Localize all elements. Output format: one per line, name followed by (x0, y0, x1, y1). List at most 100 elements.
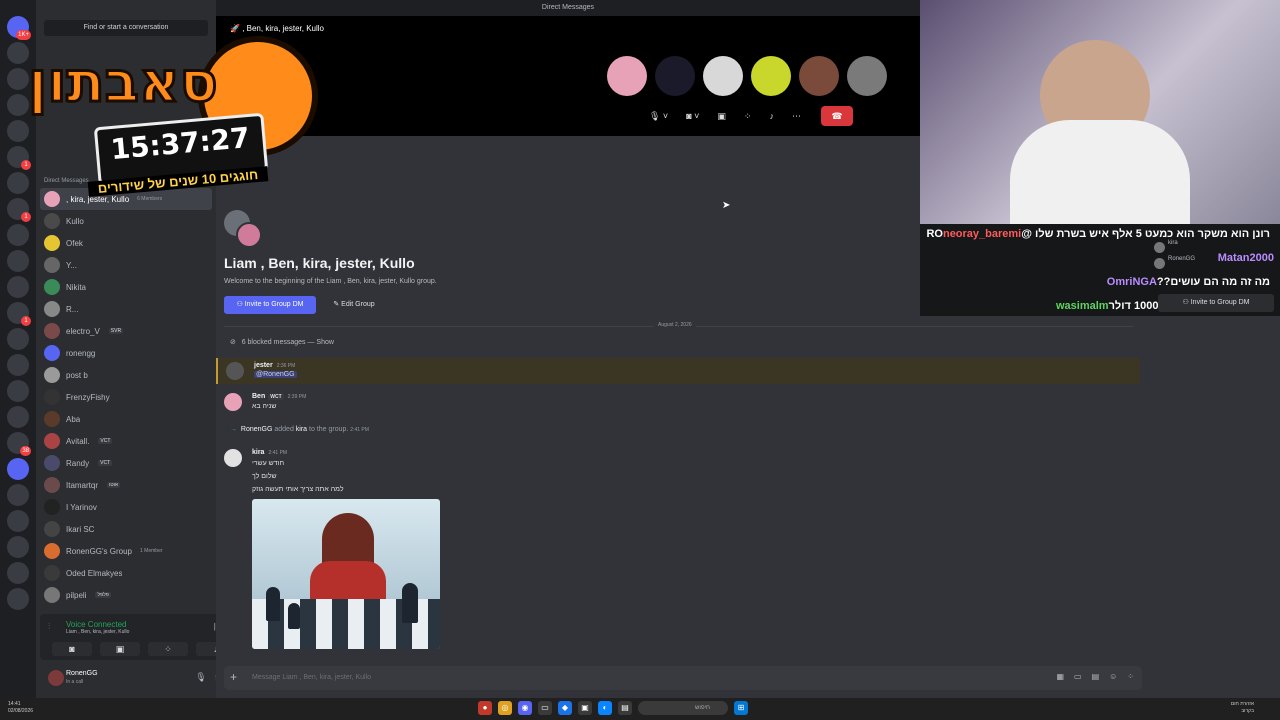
weather-widget[interactable]: אזהרת חום בקרוב (1231, 701, 1254, 715)
edge-icon[interactable]: ◐ (598, 701, 612, 715)
camera-button[interactable]: ◙ (52, 642, 92, 656)
dm-item[interactable]: FrenzyFishy (40, 386, 212, 408)
app-icon[interactable]: ▣ (578, 701, 592, 715)
avatar[interactable] (224, 393, 242, 411)
more-icon[interactable]: ⋯ (786, 106, 807, 126)
voice-channel-name[interactable]: Liam , Ben, kira, jester, Kullo (66, 629, 129, 635)
dm-item[interactable]: R... (40, 298, 212, 320)
screenshare-icon[interactable]: ▣ (711, 106, 732, 126)
blocked-messages-notice[interactable]: ⊘ 6 blocked messages — Show (230, 338, 334, 346)
emoji-icon[interactable]: ☺ (1109, 672, 1117, 681)
dm-item-label: Nikita (66, 282, 87, 292)
avatar (44, 213, 60, 229)
apps-icon[interactable]: ⁘ (1127, 672, 1134, 681)
app-icon[interactable]: ● (478, 701, 492, 715)
member-item[interactable]: RonenGG (1150, 256, 1280, 272)
call-participant-avatar[interactable] (799, 56, 839, 96)
mention[interactable]: @RonenGG (254, 371, 297, 378)
call-participant-avatar[interactable] (847, 56, 887, 96)
server-icon[interactable] (7, 510, 29, 532)
server-icon[interactable] (7, 224, 29, 246)
dm-item-label: Aba (66, 414, 81, 424)
dm-item[interactable]: pilpeli פלפל (40, 584, 212, 606)
server-icon[interactable] (7, 328, 29, 350)
sticker-icon[interactable]: ▤ (1092, 672, 1100, 681)
message-input[interactable]: Message Liam , Ben, kira, jester, Kullo (252, 674, 371, 681)
call-participant-avatar[interactable] (751, 56, 791, 96)
dm-item[interactable]: I Yarinov (40, 496, 212, 518)
soundboard-icon[interactable]: ♪ (763, 106, 780, 126)
server-icon[interactable] (7, 276, 29, 298)
discord-icon[interactable]: ◉ (518, 701, 532, 715)
dm-item[interactable]: ronengg (40, 342, 212, 364)
avatar[interactable] (226, 362, 244, 380)
dm-item[interactable]: Ikari SC (40, 518, 212, 540)
logo-text: סאבתון (27, 49, 220, 117)
screenshare-button[interactable]: ▣ (100, 642, 140, 656)
dm-item-label: Y... (66, 260, 77, 270)
microphone-icon[interactable]: 🎙 ˅ (643, 106, 674, 126)
gift-icon[interactable]: ▦ (1056, 672, 1064, 681)
dm-item[interactable]: Ofek (40, 232, 212, 254)
server-icon[interactable] (7, 380, 29, 402)
server-icon[interactable] (7, 250, 29, 272)
app-icon[interactable]: ▤ (618, 701, 632, 715)
message-author[interactable]: kira 2:41 PM (252, 449, 287, 456)
invite-to-group-button[interactable]: ⚇ Invite to Group DM (1158, 294, 1274, 312)
dm-item[interactable]: Oded Elmakyes (40, 562, 212, 584)
dm-item[interactable]: Avitall. VCT (40, 430, 212, 452)
dm-item-label: Randy (66, 458, 90, 468)
message-author[interactable]: jester 2:36 PM (254, 362, 295, 369)
gif-icon[interactable]: ▭ (1074, 672, 1082, 681)
system-message: → RonenGG added kira to the group. 2:41 … (230, 426, 369, 433)
windows-start-icon[interactable]: ⊞ (734, 701, 748, 715)
call-participant-avatar[interactable] (655, 56, 695, 96)
message-author[interactable]: Ben WCT 2:39 PM (252, 393, 306, 400)
app-icon[interactable]: ◆ (558, 701, 572, 715)
camera-off-icon[interactable]: ◙ ˅ (680, 106, 705, 126)
dm-item-label: Oded Elmakyes (66, 568, 123, 578)
server-icon[interactable] (7, 484, 29, 506)
plus-icon[interactable]: + (230, 670, 237, 684)
server-icon[interactable] (7, 458, 29, 480)
dm-item[interactable]: Aba (40, 408, 212, 430)
invite-to-group-button[interactable]: ⚇ Invite to Group DM (224, 296, 316, 314)
dm-item[interactable]: electro_V SVR (40, 320, 212, 342)
server-icon[interactable] (7, 406, 29, 428)
activities-button[interactable]: ⁘ (148, 642, 188, 656)
dm-item-label: I Yarinov (66, 502, 97, 512)
avatar[interactable] (48, 670, 64, 686)
message-image[interactable] (252, 499, 440, 649)
server-icon[interactable] (7, 536, 29, 558)
taskbar-clock[interactable]: 14:41 02/08/2026 (8, 701, 33, 715)
server-icon[interactable] (7, 354, 29, 376)
message-composer[interactable]: + Message Liam , Ben, kira, jester, Kull… (224, 666, 1142, 690)
call-participant-avatar[interactable] (607, 56, 647, 96)
avatar[interactable] (224, 449, 242, 467)
dm-item[interactable]: RonenGG's Group 1 Member (40, 540, 212, 562)
edit-group-button[interactable]: ✎ Edit Group (324, 296, 384, 314)
hang-up-button[interactable]: ☎ (820, 106, 853, 126)
dm-item[interactable]: Randy VCT (40, 452, 212, 474)
dm-list: , kira, jester, Kullo 6 Members Kullo Ofek Y… (40, 188, 212, 606)
chrome-icon[interactable]: ◎ (498, 701, 512, 715)
server-icon[interactable]: 1 (7, 302, 31, 326)
call-participant-avatar[interactable] (703, 56, 743, 96)
dm-item[interactable]: Itamartqr אוטו (40, 474, 212, 496)
dm-item[interactable]: Y... (40, 254, 212, 276)
avatar (44, 411, 60, 427)
activities-icon[interactable]: ⁘ (738, 106, 758, 126)
server-icon[interactable]: 38 (7, 432, 31, 456)
dm-item[interactable]: Kullo (40, 210, 212, 232)
avatar (44, 389, 60, 405)
taskbar-search[interactable]: חיפוש (638, 701, 728, 715)
server-icon[interactable] (7, 588, 29, 610)
stream-chat-line: מה זה מה הם עושים??OmriNGA (920, 272, 1280, 296)
dm-item[interactable]: Nikita (40, 276, 212, 298)
member-item[interactable]: kira (1150, 240, 1280, 256)
server-icon[interactable]: 1 (7, 198, 31, 222)
dm-item[interactable]: post b (40, 364, 212, 386)
server-icon[interactable] (7, 562, 29, 584)
microphone-icon[interactable]: 🎙 (195, 672, 206, 683)
folder-icon[interactable]: ▭ (538, 701, 552, 715)
